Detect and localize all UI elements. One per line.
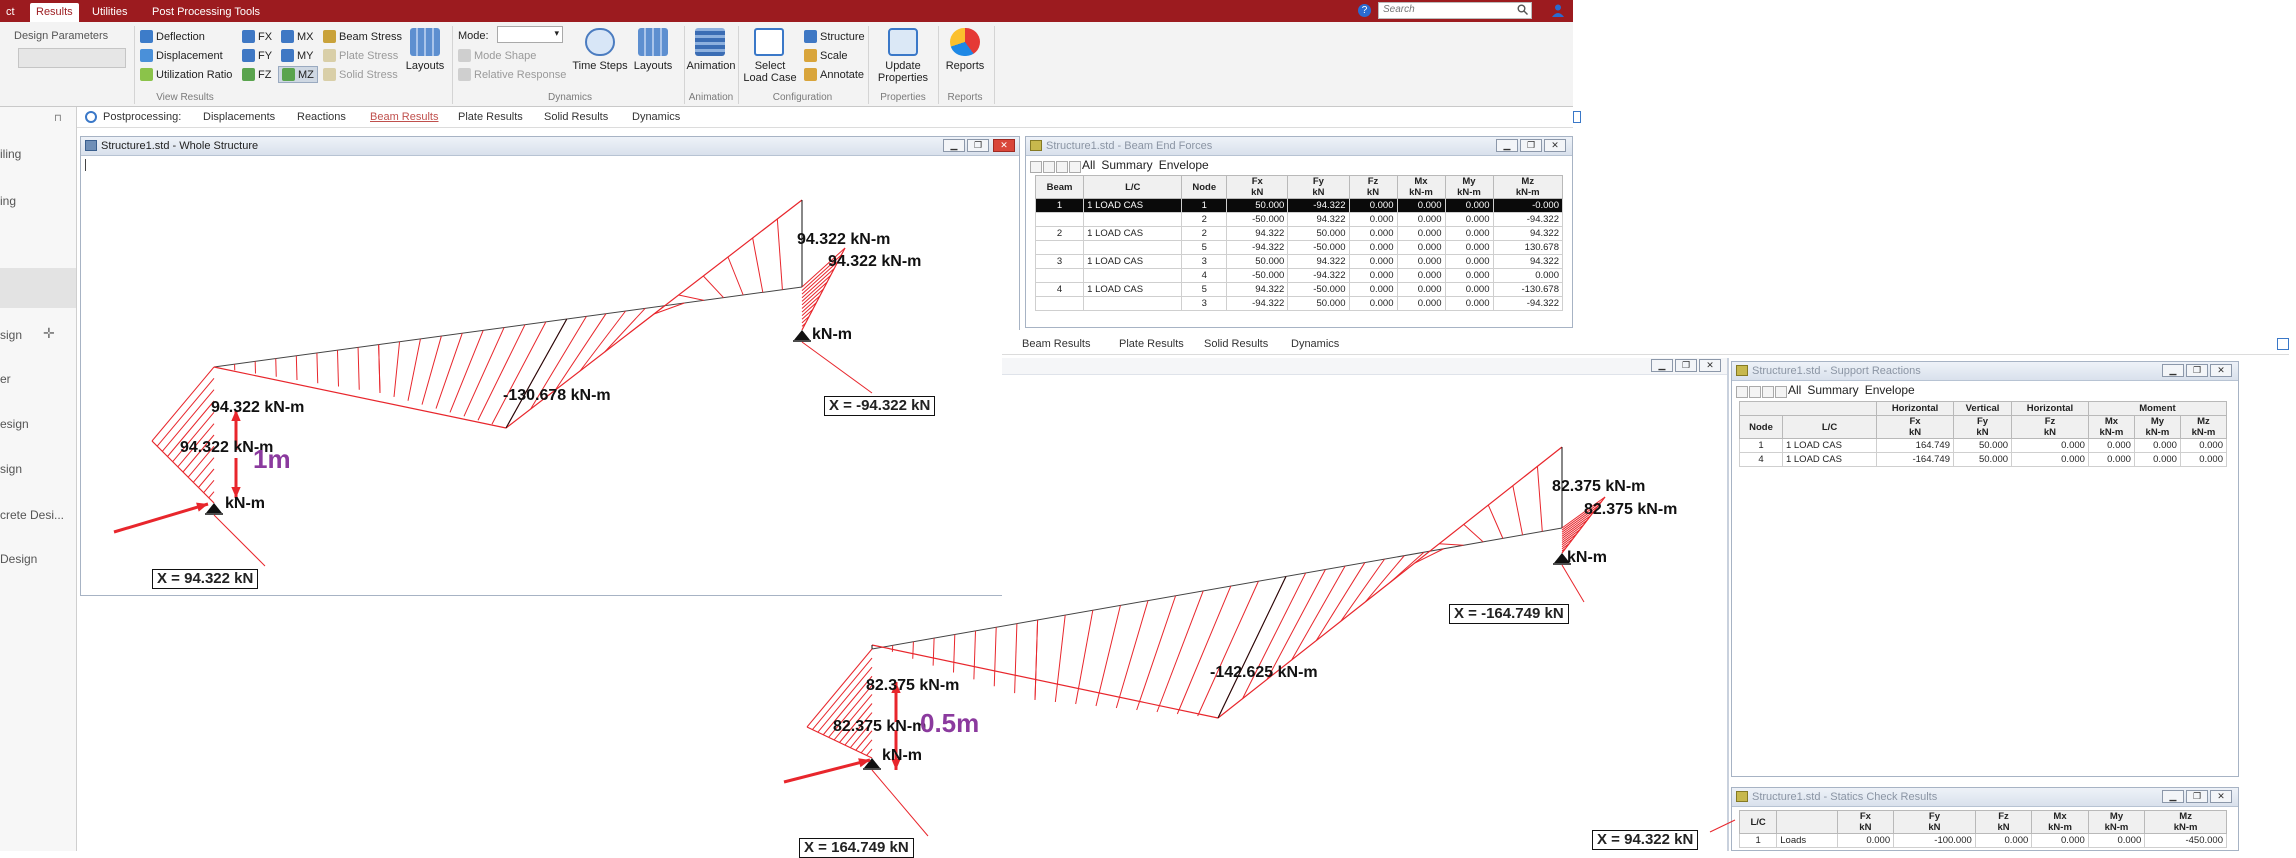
support-label: kN-m bbox=[225, 495, 265, 512]
support-label: kN-m bbox=[1567, 549, 1607, 566]
moment-hatch-line bbox=[1439, 544, 1463, 546]
moment-hatch-line bbox=[867, 749, 872, 756]
moment-hatch-line bbox=[933, 638, 934, 666]
reaction-leader bbox=[802, 342, 872, 393]
moment-hatch-line bbox=[1198, 581, 1259, 716]
reaction-leader bbox=[872, 770, 928, 836]
moment-hatch-line bbox=[204, 480, 214, 492]
moment-hatch-line bbox=[450, 330, 483, 412]
dimension-label: 0.5m bbox=[920, 708, 979, 738]
moment-label: -142.625 kN-m bbox=[1210, 664, 1318, 681]
moment-hatch-line bbox=[1035, 620, 1038, 700]
support-label: kN-m bbox=[882, 747, 922, 764]
moment-hatch-line bbox=[1292, 566, 1345, 660]
moment-hatch-line bbox=[777, 219, 782, 290]
moment-peak-line bbox=[506, 319, 567, 428]
moment-hatch-line bbox=[1015, 624, 1017, 694]
moment-hatch-line bbox=[1137, 596, 1176, 710]
moment-hatch-line bbox=[728, 257, 743, 295]
moment-hatch-line bbox=[1562, 516, 1591, 537]
moment-diagram-hatching bbox=[114, 200, 1735, 836]
reaction-label-right: X = -164.749 kN bbox=[1449, 604, 1569, 624]
reaction-label-right: X = -94.322 kN bbox=[824, 396, 935, 416]
support-icon bbox=[206, 503, 222, 513]
reaction-label-left: X = 164.749 kN bbox=[799, 838, 914, 858]
moment-label: -130.678 kN-m bbox=[503, 387, 611, 404]
moment-hatch-line bbox=[1513, 486, 1523, 535]
reaction-leader bbox=[1710, 820, 1735, 832]
moment-hatch-line bbox=[1267, 569, 1325, 679]
moment-hatch-line bbox=[464, 328, 504, 417]
moment-hatch-line bbox=[358, 347, 359, 389]
moment-hatch-line bbox=[337, 350, 338, 386]
support-label: kN-m bbox=[812, 326, 852, 343]
moment-label: 82.375 kN-m bbox=[833, 718, 926, 735]
moment-hatch-line bbox=[379, 345, 380, 393]
moment-hatch-line bbox=[913, 642, 914, 659]
moment-hatch-line bbox=[209, 492, 214, 498]
moment-hatch-line bbox=[276, 359, 277, 377]
moment-hatch-line bbox=[974, 631, 976, 680]
moment-hatch-line bbox=[679, 295, 704, 300]
moment-hatch-line bbox=[802, 275, 831, 301]
moment-hatch-line bbox=[1537, 466, 1542, 531]
moment-hatch-line bbox=[152, 367, 214, 441]
moment-label: 94.322 kN-m bbox=[797, 231, 890, 248]
moment-hatch-line bbox=[954, 634, 955, 672]
reaction-label-extra: X = 94.322 kN bbox=[1592, 830, 1698, 850]
beam-line bbox=[214, 287, 802, 367]
moment-hatch-line bbox=[1055, 615, 1065, 702]
moment-hatch-line bbox=[394, 342, 400, 397]
moment-hatch-line bbox=[802, 303, 816, 316]
moment-label: 94.322 kN-m bbox=[828, 253, 921, 270]
moment-label: 82.375 kN-m bbox=[866, 677, 959, 694]
moment-hatch-line bbox=[157, 378, 214, 446]
moment-hatch-line bbox=[1488, 505, 1503, 538]
reaction-arrowhead bbox=[196, 503, 208, 512]
moment-diagram-canvas: 94.322 kN-m 94.322 kN-m kN-m -130.678 kN… bbox=[0, 0, 2296, 851]
moment-hatch-line bbox=[436, 333, 462, 408]
dimension-label: 1m bbox=[253, 444, 291, 474]
moment-hatch-line bbox=[753, 238, 763, 292]
moment-hatch-line bbox=[1464, 524, 1483, 541]
moment-hatch-line bbox=[802, 282, 827, 305]
reaction-label-left: X = 94.322 kN bbox=[152, 569, 258, 589]
moment-hatch-line bbox=[296, 356, 297, 380]
reaction-leader bbox=[214, 515, 265, 566]
reaction-leader bbox=[1562, 565, 1584, 602]
moment-hatch-line bbox=[703, 276, 723, 298]
moment-hatch-line bbox=[1177, 586, 1230, 714]
moment-label: 94.322 kN-m bbox=[211, 399, 304, 416]
reaction-arrow bbox=[114, 504, 208, 532]
moment-hatch-line bbox=[193, 458, 214, 483]
moment-label: 82.375 kN-m bbox=[1584, 501, 1677, 518]
moment-outline bbox=[214, 367, 506, 428]
moment-hatch-line bbox=[1096, 605, 1120, 706]
moment-label: 82.375 kN-m bbox=[1552, 478, 1645, 495]
moment-hatch-line bbox=[199, 469, 215, 488]
moment-hatch-line bbox=[1157, 591, 1203, 712]
moment-hatch-line bbox=[408, 339, 420, 401]
support-icon bbox=[794, 330, 810, 340]
moment-hatch-line bbox=[317, 353, 318, 383]
reaction-arrow bbox=[784, 760, 870, 782]
moment-hatch-line bbox=[422, 336, 441, 405]
moment-hatch-line bbox=[994, 627, 996, 686]
